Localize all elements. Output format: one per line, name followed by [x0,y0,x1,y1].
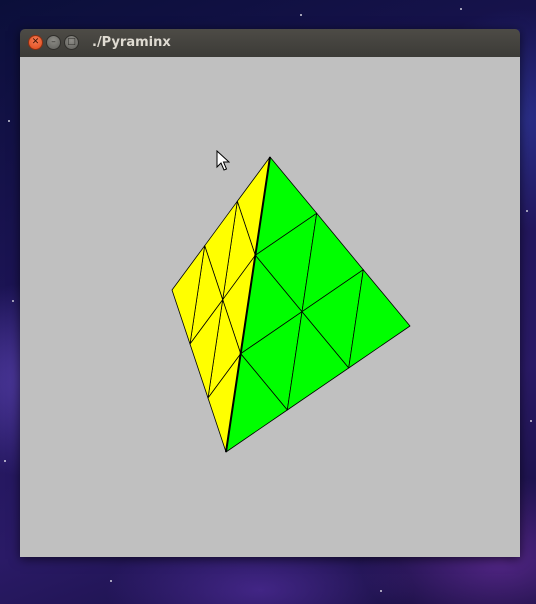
app-window: ✕ – □ ./Pyraminx [20,29,520,557]
maximize-icon: □ [67,37,76,47]
star [460,8,462,10]
arrow-pointer-icon [216,149,231,171]
star [110,580,112,582]
star [8,120,10,122]
close-button[interactable]: ✕ [28,35,43,50]
pyraminx-drawing [171,156,411,453]
minimize-icon: – [51,37,56,47]
star [530,420,532,422]
minimize-button[interactable]: – [46,35,61,50]
maximize-button[interactable]: □ [64,35,79,50]
star [380,590,382,592]
star [300,14,302,16]
star [526,210,528,212]
star [12,300,14,302]
window-title: ./Pyraminx [92,35,171,50]
close-icon: ✕ [31,37,40,47]
mouse-cursor [216,149,231,176]
star [4,460,6,462]
window-titlebar[interactable]: ✕ – □ ./Pyraminx [20,29,520,57]
render-canvas[interactable] [20,57,520,557]
